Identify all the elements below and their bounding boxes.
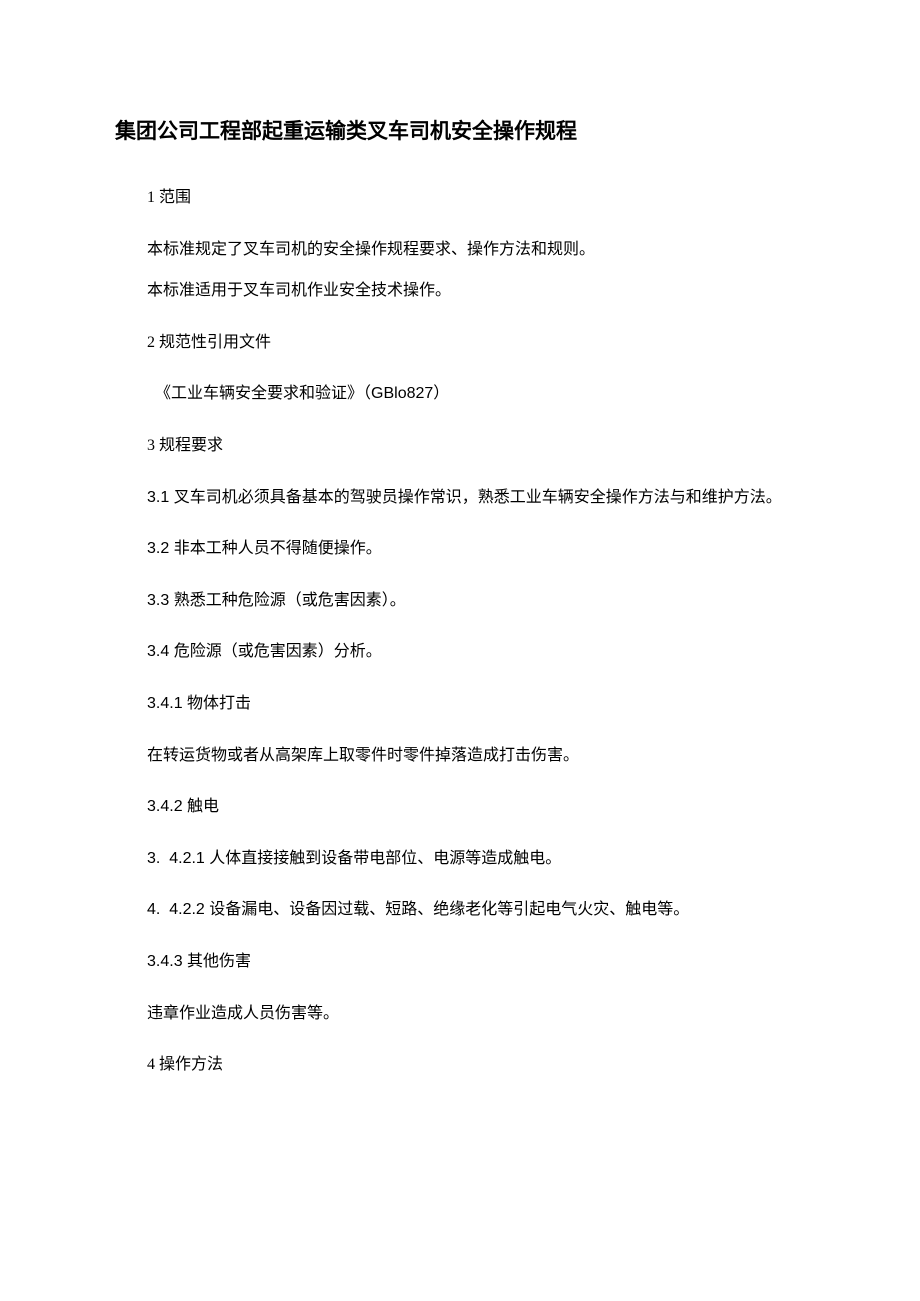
body-text: 《工业车辆安全要求和验证》（GBlo827）	[115, 381, 805, 407]
text-run: 《工业车辆安全要求和验证》（	[155, 385, 371, 402]
text-run: 叉车司机必须具备基本的驾驶员操作常识，熟悉工业车辆安全操作方法与和维护方法。	[174, 489, 782, 506]
subsection-heading: 3.4.1 物体打击	[115, 691, 805, 717]
body-text: 违章作业造成人员伤害等。	[115, 1001, 805, 1027]
text-run: 触电	[187, 798, 219, 815]
body-text: 本标准规定了叉车司机的安全操作规程要求、操作方法和规则。	[115, 237, 805, 263]
clause-number: 3.4.1	[147, 695, 187, 712]
body-text: 4. 4.2.2 设备漏电、设备因过载、短路、绝缘老化等引起电气火灾、触电等。	[115, 897, 805, 923]
clause-number: 3.1	[147, 489, 174, 506]
body-text: 3.4 危险源（或危害因素）分析。	[115, 639, 805, 665]
section-heading-references: 2 规范性引用文件	[115, 330, 805, 356]
subsection-heading: 3.4.3 其他伤害	[115, 949, 805, 975]
clause-number: 3.4.2	[147, 798, 187, 815]
text-run: 危险源（或危害因素）分析。	[174, 643, 382, 660]
body-text: 在转运货物或者从高架库上取零件时零件掉落造成打击伤害。	[115, 743, 805, 769]
clause-number: 3.4.3	[147, 953, 187, 970]
clause-number: 3.3	[147, 592, 174, 609]
text-run: 物体打击	[187, 695, 251, 712]
body-text: 3.2 非本工种人员不得随便操作。	[115, 536, 805, 562]
body-text: 3.1 叉车司机必须具备基本的驾驶员操作常识，熟悉工业车辆安全操作方法与和维护方…	[115, 485, 805, 511]
text-run: ）	[433, 385, 449, 402]
body-text: 3.3 熟悉工种危险源（或危害因素）。	[115, 588, 805, 614]
clause-number: 3.4	[147, 643, 174, 660]
section-heading-scope: 1 范围	[115, 185, 805, 211]
clause-number: 3. 4.2.1	[147, 850, 209, 867]
text-run: 其他伤害	[187, 953, 251, 970]
text-run: 熟悉工种危险源（或危害因素）。	[174, 592, 406, 609]
reference-code: GBlo827	[371, 385, 433, 402]
body-text: 3. 4.2.1 人体直接接触到设备带电部位、电源等造成触电。	[115, 846, 805, 872]
text-run: 非本工种人员不得随便操作。	[174, 540, 382, 557]
section-heading-requirements: 3 规程要求	[115, 433, 805, 459]
text-run: 设备漏电、设备因过载、短路、绝缘老化等引起电气火灾、触电等。	[209, 901, 689, 918]
subsection-heading: 3.4.2 触电	[115, 794, 805, 820]
body-text: 本标准适用于叉车司机作业安全技术操作。	[115, 278, 805, 304]
document-page: 集团公司工程部起重运输类叉车司机安全操作规程 1 范围 本标准规定了叉车司机的安…	[0, 0, 920, 1164]
document-title: 集团公司工程部起重运输类叉车司机安全操作规程	[115, 115, 805, 145]
clause-number: 3.2	[147, 540, 174, 557]
text-run: 人体直接接触到设备带电部位、电源等造成触电。	[209, 850, 561, 867]
section-heading-operation: 4 操作方法	[115, 1052, 805, 1078]
clause-number: 4. 4.2.2	[147, 901, 209, 918]
